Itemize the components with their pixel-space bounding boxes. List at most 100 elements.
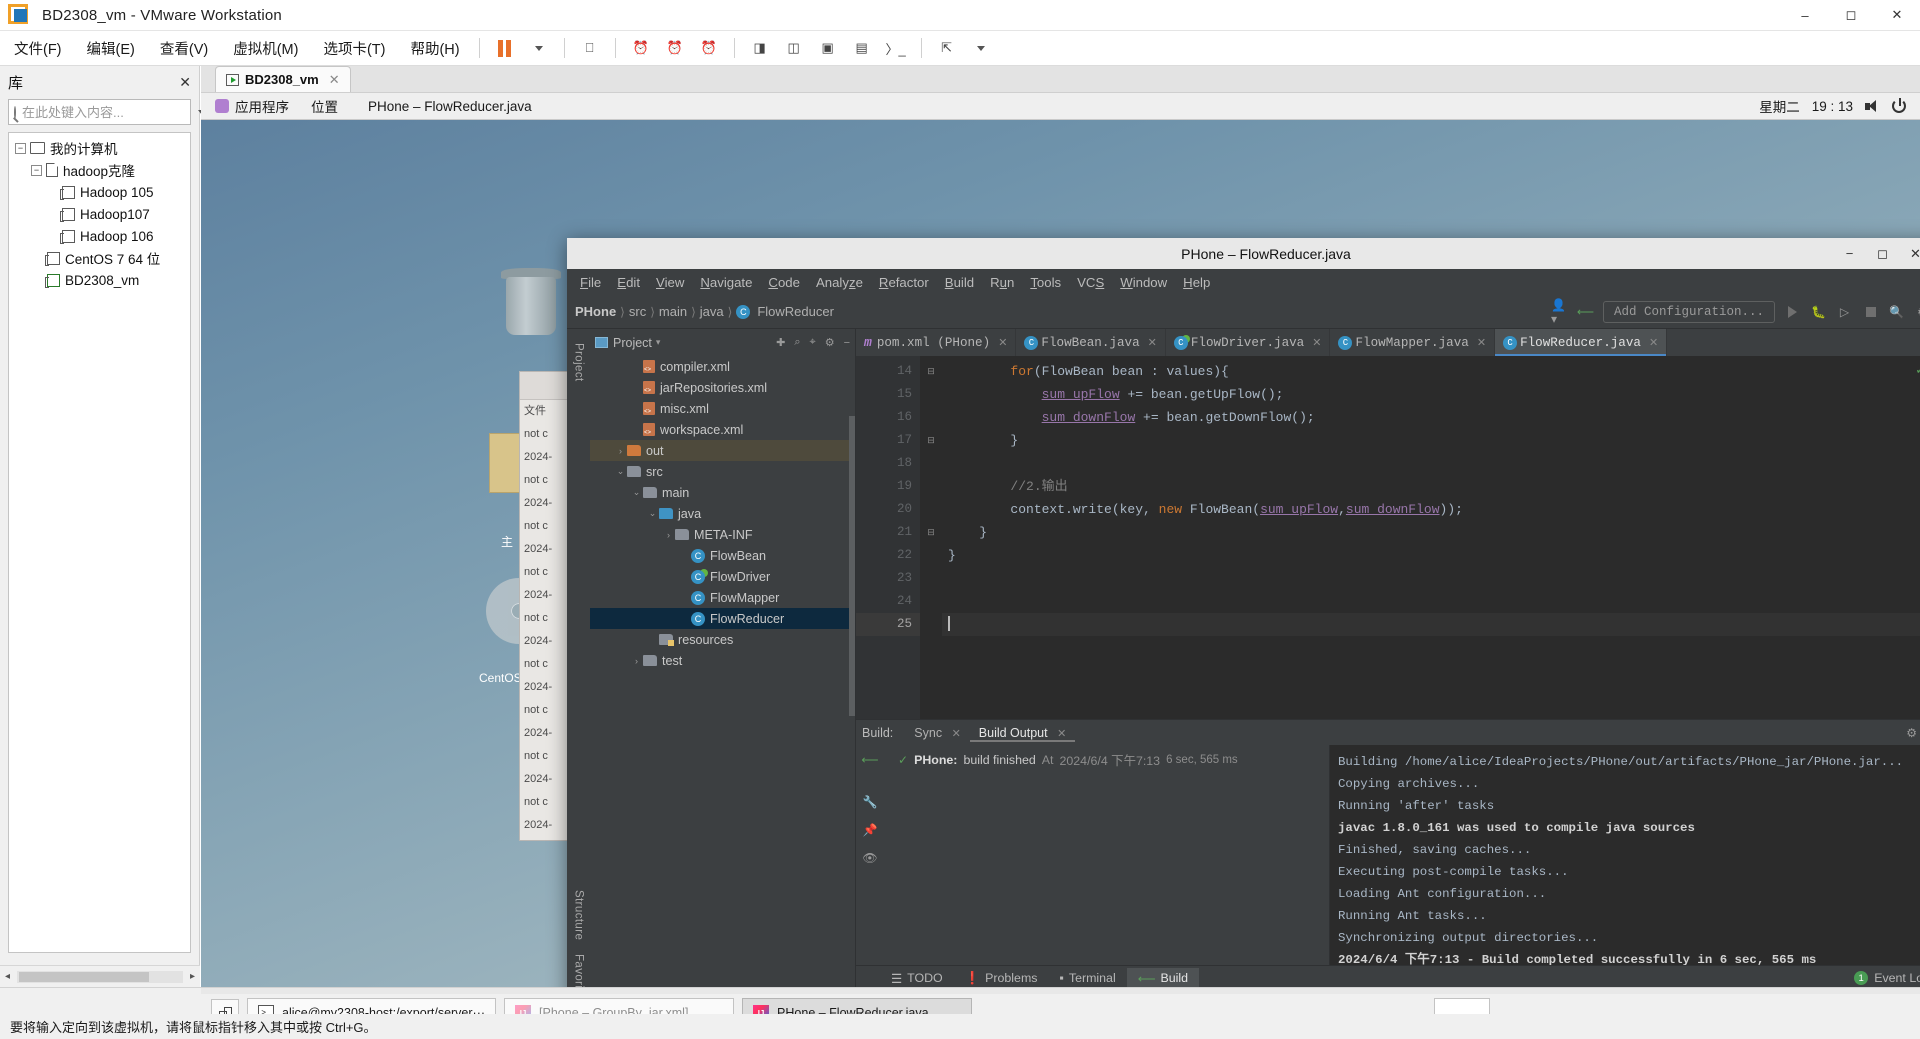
build-result-node[interactable]: ✓ PHone: build finished At 2024/6/4 下午7:… — [898, 751, 1329, 769]
vm-tab-close-icon[interactable]: ✕ — [329, 72, 340, 88]
run-with-coverage-icon[interactable]: ▷ — [1836, 303, 1853, 320]
menu-file[interactable]: 文件(F) — [3, 35, 73, 62]
code-line[interactable]: } — [942, 429, 1920, 452]
user-icon[interactable]: 👤▾ — [1551, 298, 1568, 326]
idea-menu-file[interactable]: File — [572, 273, 609, 292]
chevron-down-icon[interactable]: ▾ — [656, 337, 661, 348]
idea-menu-analyze[interactable]: Analyze — [808, 273, 871, 292]
library-item-hadoop105[interactable]: Hadoop 105 — [9, 181, 190, 203]
project-tree-item-compiler-xml[interactable]: compiler.xml — [590, 356, 855, 377]
idea-menu-navigate[interactable]: Navigate — [692, 273, 760, 292]
send-ctrl-alt-del-icon[interactable]: ⎕ — [575, 35, 605, 61]
breadcrumb-project[interactable]: PHone — [575, 304, 616, 319]
breadcrumb-class[interactable]: FlowReducer — [757, 304, 834, 319]
code-line[interactable]: } — [942, 544, 1920, 567]
rail-project-button[interactable]: Project — [573, 343, 585, 382]
chevron-down-icon[interactable]: ⌄ — [614, 466, 627, 477]
editor-tab-pom-xml-phone-[interactable]: m pom.xml (PHone) ✕ — [856, 329, 1017, 356]
show-left-pane-icon[interactable]: ◨ — [745, 35, 775, 61]
project-tree-item-flowreducer[interactable]: C FlowReducer — [590, 608, 855, 629]
library-item-hadoop107[interactable]: Hadoop107 — [9, 203, 190, 225]
build-settings-icon[interactable]: ⚙ — [1906, 726, 1917, 740]
intellij-maximize-icon[interactable]: ◻ — [1866, 238, 1899, 269]
project-tree-item-misc-xml[interactable]: misc.xml — [590, 398, 855, 419]
project-tree-item-flowbean[interactable]: C FlowBean — [590, 545, 855, 566]
menu-edit[interactable]: 编辑(E) — [76, 35, 146, 62]
scroll-right-icon[interactable]: ▸ — [185, 971, 200, 982]
breadcrumb-java[interactable]: java — [700, 304, 724, 319]
target-icon[interactable]: ✚ — [776, 336, 785, 349]
menu-vm[interactable]: 虚拟机(M) — [222, 35, 309, 62]
scroll-track[interactable] — [17, 970, 183, 983]
inspection-ok-icon[interactable]: ✓ — [1915, 362, 1920, 378]
close-icon[interactable]: ✕ — [1874, 0, 1920, 31]
power-icon[interactable] — [1892, 98, 1906, 113]
vm-tab-bd2308[interactable]: BD2308_vm ✕ — [215, 66, 351, 92]
idea-menu-refactor[interactable]: Refactor — [871, 273, 937, 292]
fold-toggle-icon[interactable]: ⊟ — [920, 521, 942, 544]
library-search-input[interactable] — [22, 104, 198, 120]
code-text-area[interactable]: for(FlowBean bean : values){ sum_upFlow … — [942, 356, 1920, 719]
tab-todo[interactable]: ☰ TODO — [880, 968, 954, 988]
build-tab-output[interactable]: Build Output ✕ — [970, 724, 1076, 742]
console-view-icon[interactable]: 〉_ — [881, 35, 911, 61]
scroll-left-icon[interactable]: ◂ — [0, 971, 15, 982]
project-tree-item-jarrepositories-xml[interactable]: jarRepositories.xml — [590, 377, 855, 398]
project-tree-item-java[interactable]: ⌄ java — [590, 503, 855, 524]
project-tree-item-src[interactable]: ⌄ src — [590, 461, 855, 482]
code-line[interactable]: //2.输出 — [942, 475, 1920, 498]
collapse-all-icon[interactable]: ⌕ — [794, 336, 800, 349]
library-item-bd2308vm[interactable]: BD2308_vm — [9, 269, 190, 291]
idea-menu-build[interactable]: Build — [937, 273, 982, 292]
snapshot-icon[interactable]: ⏰ — [626, 35, 656, 61]
gnome-applications-menu[interactable]: 应用程序 — [215, 96, 289, 116]
idea-menu-window[interactable]: Window — [1112, 273, 1175, 292]
project-tree-item-test[interactable]: › test — [590, 650, 855, 671]
menu-tabs[interactable]: 选项卡(T) — [312, 35, 396, 62]
guest-desktop[interactable]: 应用程序 位置 PHone – FlowReducer.java 星期二 19 … — [201, 93, 1920, 987]
editor-tab-close-icon[interactable]: ✕ — [1312, 336, 1321, 350]
project-tree-item-flowdriver[interactable]: C FlowDriver — [590, 566, 855, 587]
debug-icon[interactable]: 🐛 — [1810, 303, 1827, 320]
library-item-hadoop106[interactable]: Hadoop 106 — [9, 225, 190, 247]
run-configuration-selector[interactable]: Add Configuration... — [1602, 300, 1775, 323]
tab-terminal[interactable]: ▪ Terminal — [1048, 968, 1126, 987]
unity-mode-icon[interactable]: ▤ — [847, 35, 877, 61]
fullscreen-caret-icon[interactable] — [966, 35, 996, 61]
project-tree-item-main[interactable]: ⌄ main — [590, 482, 855, 503]
code-line[interactable] — [942, 590, 1920, 613]
code-line[interactable]: context.write(key, new FlowBean(sum_upFl… — [942, 498, 1920, 521]
idea-menu-vcs[interactable]: VCS — [1069, 273, 1112, 292]
build-output-console[interactable]: Building /home/alice/IdeaProjects/PHone/… — [1330, 745, 1920, 965]
editor-tab-flowreducer-java[interactable]: C FlowReducer.java ✕ — [1495, 329, 1668, 356]
rail-favorites-button[interactable]: Favorites — [573, 954, 585, 987]
build-settings-wrench-icon[interactable]: 🔧 — [863, 795, 878, 809]
speaker-icon[interactable] — [1865, 99, 1880, 113]
intellij-minimize-icon[interactable]: − — [1833, 238, 1866, 269]
build-tab-sync-close-icon[interactable]: ✕ — [952, 728, 961, 740]
pause-icon[interactable] — [490, 35, 520, 61]
breadcrumb-src[interactable]: src — [629, 304, 646, 319]
desktop-folder-icon[interactable] — [489, 433, 523, 493]
breadcrumb-main[interactable]: main — [659, 304, 687, 319]
gnome-active-window[interactable]: PHone – FlowReducer.java — [368, 99, 532, 114]
idea-menu-help[interactable]: Help — [1175, 273, 1218, 292]
editor-tab-close-icon[interactable]: ✕ — [1477, 336, 1486, 350]
idea-menu-run[interactable]: Run — [982, 273, 1022, 292]
editor-tab-close-icon[interactable]: ✕ — [1148, 336, 1157, 350]
editor-tab-flowbean-java[interactable]: C FlowBean.java ✕ — [1016, 329, 1166, 356]
tab-problems[interactable]: ❗ Problems — [954, 968, 1049, 988]
idea-menu-view[interactable]: View — [648, 273, 692, 292]
idea-menu-code[interactable]: Code — [760, 273, 808, 292]
chevron-right-icon[interactable]: › — [630, 656, 643, 666]
minimize-icon[interactable]: – — [1782, 0, 1828, 31]
chevron-right-icon[interactable]: › — [614, 446, 627, 456]
library-item-hadoop-clone[interactable]: − hadoop克隆 — [9, 159, 190, 181]
code-line[interactable] — [942, 613, 1920, 636]
editor-tab-flowdriver-java[interactable]: C FlowDriver.java ✕ — [1166, 329, 1331, 356]
menu-help[interactable]: 帮助(H) — [399, 35, 470, 62]
idea-menu-tools[interactable]: Tools — [1022, 273, 1069, 292]
intellij-close-icon[interactable]: ✕ — [1899, 238, 1920, 269]
code-line[interactable] — [942, 567, 1920, 590]
library-search[interactable] — [8, 99, 206, 125]
